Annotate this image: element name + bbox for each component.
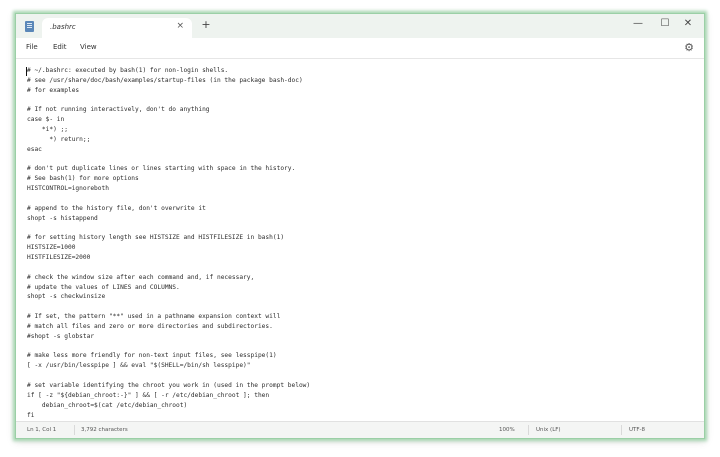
code-line: # ~/.bashrc: executed by bash(1) for non… <box>27 67 229 74</box>
title-bar: .bashrc × + — ☐ ✕ <box>16 14 704 38</box>
status-divider <box>74 425 75 435</box>
code-line: # see /usr/share/doc/bash/examples/start… <box>27 76 303 84</box>
notepad-window: .bashrc × + — ☐ ✕ File Edit View ⚙ # ~/.… <box>15 13 705 439</box>
code-line: fi <box>27 411 35 419</box>
code-line: # for examples <box>27 86 80 94</box>
code-line: HISTFILESIZE=2000 <box>27 254 91 262</box>
code-line: # update the values of LINES and COLUMNS… <box>27 283 180 291</box>
code-line: # check the window size after each comma… <box>27 273 255 281</box>
code-line: # set variable identifying the chroot yo… <box>27 382 311 389</box>
settings-gear-icon[interactable]: ⚙ <box>683 42 695 54</box>
code-line: case $- in <box>27 116 65 124</box>
cursor-position: Ln 1, Col 1 <box>27 427 57 433</box>
encoding[interactable]: UTF-8 <box>629 427 645 433</box>
code-line: [ -x /usr/bin/lesspipe ] && eval "$(SHEL… <box>27 362 251 370</box>
new-tab-button[interactable]: + <box>199 18 213 32</box>
tab-bashrc[interactable]: .bashrc × <box>42 18 192 38</box>
tab-title: .bashrc <box>50 23 76 31</box>
minimize-button[interactable]: — <box>627 16 649 32</box>
code-line: # don't put duplicate lines or lines sta… <box>27 165 296 173</box>
character-count: 3,792 characters <box>81 427 128 433</box>
status-bar: Ln 1, Col 1 3,792 characters 100% Unix (… <box>16 421 704 438</box>
code-line: debian_chroot=$(cat /etc/debian_chroot) <box>27 401 188 409</box>
notepad-app-icon <box>25 21 34 32</box>
code-line: # match all files and zero or more direc… <box>27 322 273 330</box>
code-line: *) return;; <box>27 135 91 143</box>
menu-view[interactable]: View <box>80 43 97 51</box>
zoom-level[interactable]: 100% <box>499 427 515 433</box>
line-ending[interactable]: Unix (LF) <box>536 427 561 433</box>
menu-file[interactable]: File <box>26 43 38 51</box>
code-line: # make less more friendly for non-text i… <box>27 352 277 360</box>
status-divider <box>621 425 622 435</box>
code-line: shopt -s histappend <box>27 214 98 222</box>
code-line: # See bash(1) for more options <box>27 175 139 183</box>
code-line: if [ -z "${debian_chroot:-}" ] && [ -r /… <box>27 391 270 399</box>
menu-bar: File Edit View ⚙ <box>16 38 704 59</box>
close-window-button[interactable]: ✕ <box>677 16 699 32</box>
status-divider <box>528 425 529 435</box>
tab-close-icon[interactable]: × <box>176 21 184 31</box>
code-line: shopt -s checkwinsize <box>27 293 106 301</box>
code-line: esac <box>27 145 42 153</box>
code-line: # If set, the pattern "**" used in a pat… <box>27 313 281 321</box>
code-line: #shopt -s globstar <box>27 332 95 340</box>
code-line: # append to the history file, don't over… <box>27 204 206 212</box>
code-line: # for setting history length see HISTSIZ… <box>27 234 285 242</box>
code-line: HISTCONTROL=ignoreboth <box>27 185 109 193</box>
code-line: HISTSIZE=1000 <box>27 244 76 252</box>
text-editor-area[interactable]: # ~/.bashrc: executed by bash(1) for non… <box>16 59 704 423</box>
code-line: # If not running interactively, don't do… <box>27 106 210 114</box>
code-line: *i*) ;; <box>27 126 68 134</box>
menu-edit[interactable]: Edit <box>53 43 67 51</box>
file-content[interactable]: # ~/.bashrc: executed by bash(1) for non… <box>27 66 696 420</box>
maximize-button[interactable]: ☐ <box>654 16 676 32</box>
